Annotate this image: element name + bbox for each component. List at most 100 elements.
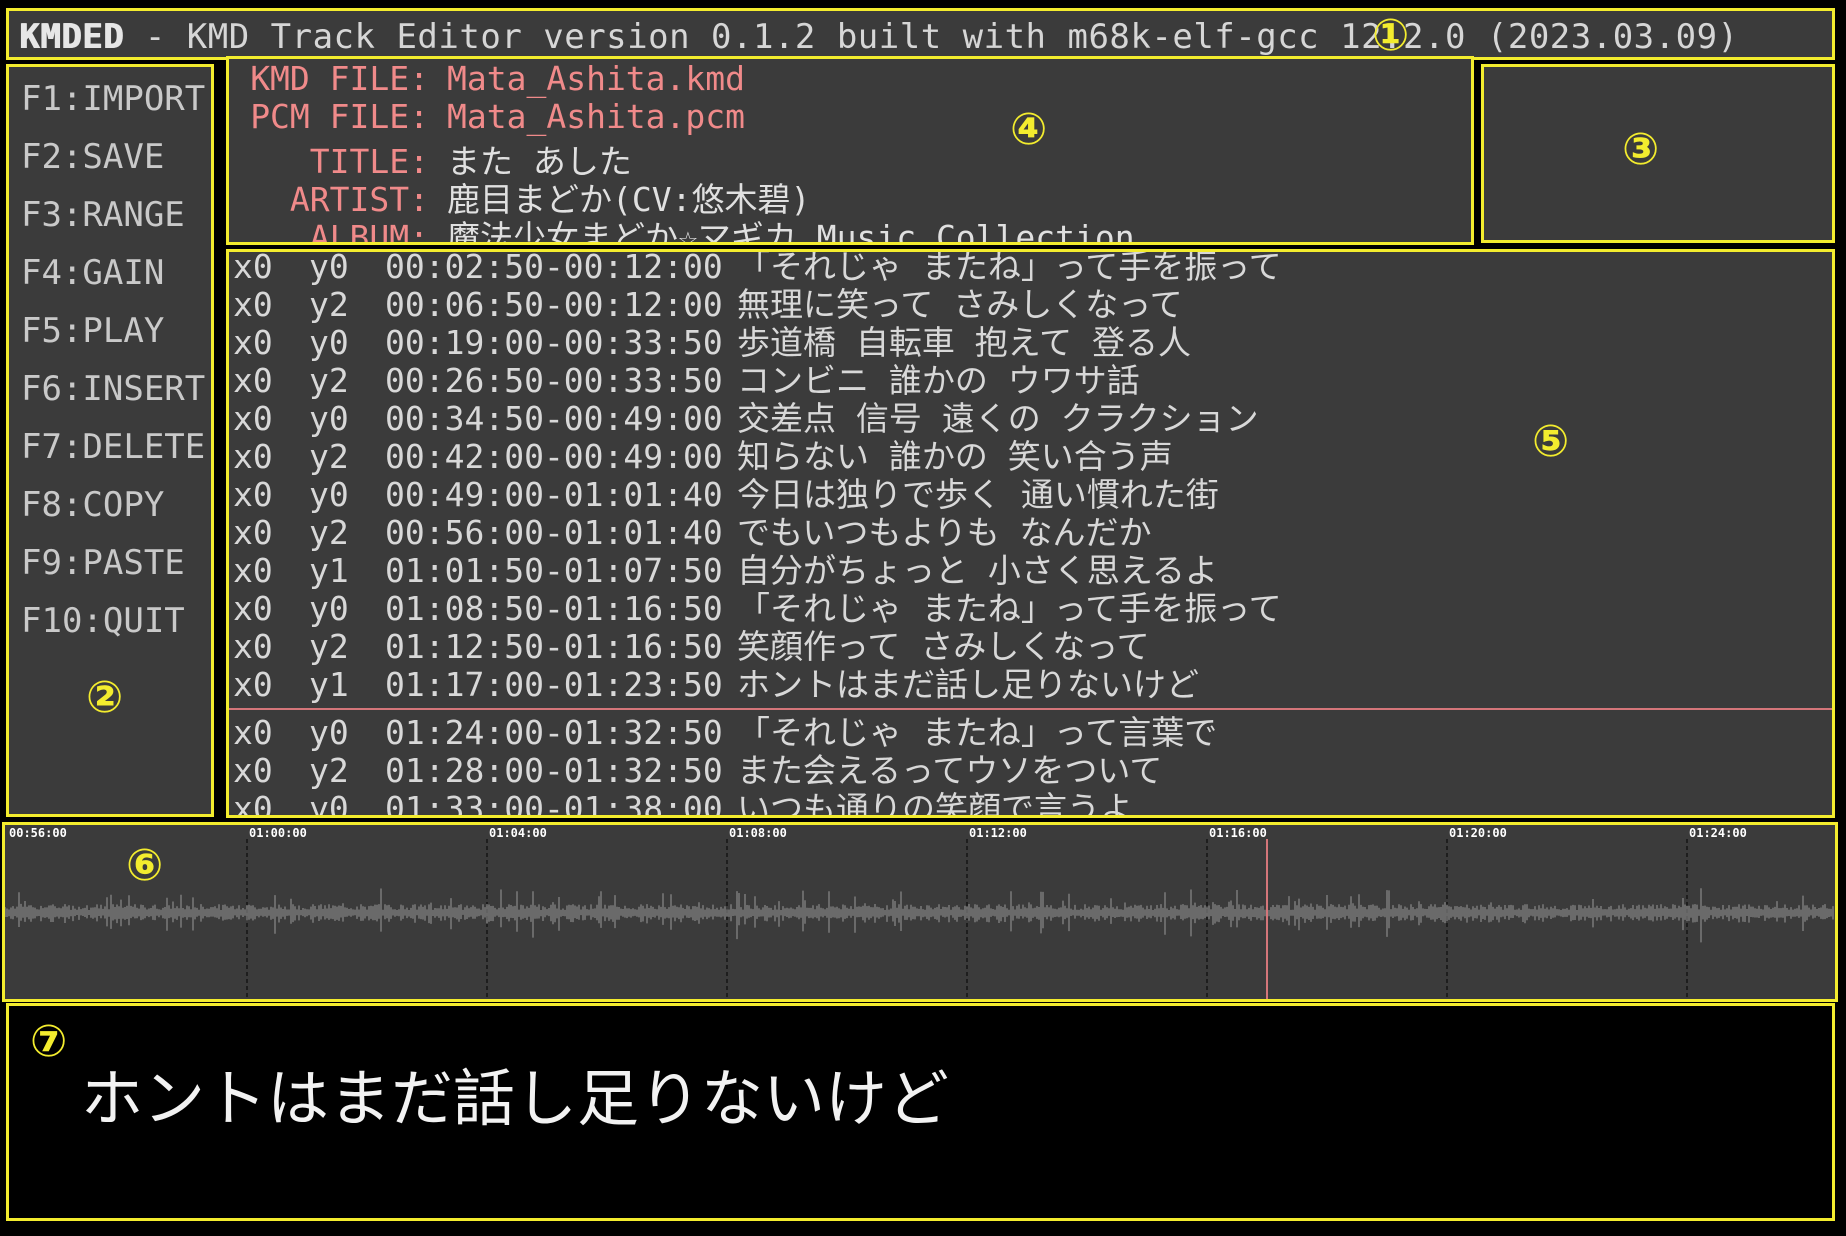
waveform-time-label: 01:16:00 xyxy=(1209,826,1267,840)
track-row[interactable]: x0 y2 01:28:00-01:32:50 また会えるってウソをついて xyxy=(233,752,1162,790)
track-y: y2 xyxy=(309,285,349,324)
title-bar: KMDED - KMD Track Editor version 0.1.2 b… xyxy=(6,8,1835,60)
track-time: 00:42:00-00:49:00 xyxy=(385,437,723,476)
kmd-file-value[interactable]: Mata_Ashita.kmd xyxy=(429,59,745,98)
track-time: 01:08:50-01:16:50 xyxy=(385,589,723,628)
track-y: y2 xyxy=(309,437,349,476)
callout-4: ④ xyxy=(1010,104,1048,155)
fkey-range[interactable]: F3:RANGE xyxy=(21,195,185,235)
track-x: x0 xyxy=(233,789,273,818)
track-y: y0 xyxy=(309,589,349,628)
fkey-delete[interactable]: F7:DELETE xyxy=(21,427,205,467)
track-y: y0 xyxy=(309,249,349,286)
track-x: x0 xyxy=(233,627,273,666)
track-x: x0 xyxy=(233,285,273,324)
album-value[interactable]: 魔法少女まどか☆マギカ Music Collection xyxy=(429,218,1135,242)
track-y: y0 xyxy=(309,475,349,514)
track-row[interactable]: x0 y0 01:24:00-01:32:50 「それじゃ またね」って言葉で xyxy=(233,714,1217,752)
fkey-paste[interactable]: F9:PASTE xyxy=(21,543,185,583)
lyric-display: ホントはまだ話し足りないけど xyxy=(6,1003,1835,1221)
track-time: 01:01:50-01:07:50 xyxy=(385,551,723,590)
track-row[interactable]: x0 y0 01:08:50-01:16:50 「それじゃ またね」って手を振って xyxy=(233,590,1282,628)
track-lyric: 今日は独りで歩く 通い慣れた街 xyxy=(737,475,1219,514)
track-lyric: また会えるってウソをついて xyxy=(737,751,1163,790)
track-y: y0 xyxy=(309,789,349,818)
pcm-file-value[interactable]: Mata_Ashita.pcm xyxy=(429,97,745,136)
track-row[interactable]: x0 y0 00:19:00-00:33:50 歩道橋 自転車 抱えて 登る人 xyxy=(233,324,1191,362)
track-y: y0 xyxy=(309,713,349,752)
callout-3: ③ xyxy=(1622,124,1660,175)
track-x: x0 xyxy=(233,665,273,704)
track-list[interactable]: x0 y0 00:02:50-00:12:00 「それじゃ またね」って手を振って x… xyxy=(226,249,1835,818)
track-time: 00:19:00-00:33:50 xyxy=(385,323,723,362)
track-time: 00:26:50-00:33:50 xyxy=(385,361,723,400)
fkey-save[interactable]: F2:SAVE xyxy=(21,137,164,177)
track-time: 01:17:00-01:23:50 xyxy=(385,665,723,704)
track-lyric: 「それじゃ またね」って言葉で xyxy=(737,713,1218,752)
callout-6: ⑥ xyxy=(126,840,164,891)
track-x: x0 xyxy=(233,249,273,286)
waveform-svg[interactable]: 00:56:00 01:00:00 01:04:00 01:08:00 01:12:00… xyxy=(5,825,1835,999)
track-row[interactable]: x0 y1 01:01:50-01:07:50 自分がちょっと 小さく思えるよ xyxy=(233,552,1218,590)
track-lyric: ホントはまだ話し足りないけど xyxy=(737,665,1199,704)
waveform-time-label: 00:56:00 xyxy=(9,826,67,840)
waveform-time-label: 01:04:00 xyxy=(489,826,547,840)
track-lyric: 笑顔作って さみしくなって xyxy=(737,627,1150,666)
fkey-gain[interactable]: F4:GAIN xyxy=(21,253,164,293)
track-cursor-line xyxy=(229,708,1832,710)
callout-1: ① xyxy=(1372,10,1410,61)
track-time: 00:02:50-00:12:00 xyxy=(385,249,723,286)
track-y: y2 xyxy=(309,513,349,552)
waveform-time-label: 01:12:00 xyxy=(969,826,1027,840)
track-row[interactable]: x0 y2 00:06:50-00:12:00 無理に笑って さみしくなって xyxy=(233,286,1183,324)
track-row[interactable]: x0 y2 00:42:00-00:49:00 知らない 誰かの 笑い合う声 xyxy=(233,438,1173,476)
track-y: y0 xyxy=(309,323,349,362)
track-row[interactable]: x0 y2 01:12:50-01:16:50 笑顔作って さみしくなって xyxy=(233,628,1150,666)
track-time: 00:49:00-01:01:40 xyxy=(385,475,723,514)
track-row[interactable]: x0 y0 00:49:00-01:01:40 今日は独りで歩く 通い慣れた街 xyxy=(233,476,1219,514)
album-row: ALBUM: 魔法少女まどか☆マギカ Music Collection xyxy=(229,211,1135,242)
waveform-time-label: 01:00:00 xyxy=(249,826,307,840)
callout-5: ⑤ xyxy=(1532,416,1570,467)
track-y: y2 xyxy=(309,627,349,666)
track-time: 01:12:50-01:16:50 xyxy=(385,627,723,666)
track-row[interactable]: x0 y2 00:56:00-01:01:40 でもいつもよりも なんだか xyxy=(233,514,1152,552)
track-lyric: でもいつもよりも なんだか xyxy=(737,513,1152,552)
track-time: 01:24:00-01:32:50 xyxy=(385,713,723,752)
track-row[interactable]: x0 y0 00:34:50-00:49:00 交差点 信号 遠くの クラクション xyxy=(233,400,1259,438)
waveform-time-label: 01:20:00 xyxy=(1449,826,1507,840)
track-row[interactable]: x0 y2 00:26:50-00:33:50 コンビニ 誰かの ウワサ話 xyxy=(233,362,1140,400)
fkey-play[interactable]: F5:PLAY xyxy=(21,311,164,351)
track-x: x0 xyxy=(233,589,273,628)
fkey-insert[interactable]: F6:INSERT xyxy=(21,369,205,409)
fkey-import[interactable]: F1:IMPORT xyxy=(21,79,205,119)
file-info-panel: KMD FILE: Mata_Ashita.kmd PCM FILE: Mata_A… xyxy=(226,56,1474,245)
track-y: y2 xyxy=(309,361,349,400)
waveform-time-label: 01:24:00 xyxy=(1689,826,1747,840)
track-lyric: 歩道橋 自転車 抱えて 登る人 xyxy=(737,323,1191,362)
track-row[interactable]: x0 y0 00:02:50-00:12:00 「それじゃ またね」って手を振って xyxy=(233,249,1282,286)
track-row[interactable]: x0 y0 01:33:00-01:38:00 いつも通りの笑顔で言うよ xyxy=(233,789,1133,818)
current-lyric: ホントはまだ話し足りないけど xyxy=(81,1062,950,1135)
fkey-quit[interactable]: F10:QUIT xyxy=(21,601,185,641)
app-title-text: - KMD Track Editor version 0.1.2 built w… xyxy=(123,17,1739,57)
track-row-selected[interactable]: x0 y1 01:17:00-01:23:50 ホントはまだ話し足りないけど xyxy=(233,666,1199,704)
app-title: KMDED - KMD Track Editor version 0.1.2 b… xyxy=(19,17,1739,57)
pcm-file-label: PCM FILE: xyxy=(250,97,429,136)
track-x: x0 xyxy=(233,751,273,790)
track-x: x0 xyxy=(233,399,273,438)
pcm-file-row: PCM FILE: Mata_Ashita.pcm xyxy=(229,97,745,136)
track-lyric: 無理に笑って さみしくなって xyxy=(737,285,1183,324)
callout-2: ② xyxy=(86,672,124,723)
kmd-file-label: KMD FILE: xyxy=(250,59,429,98)
track-lyric: 知らない 誰かの 笑い合う声 xyxy=(737,437,1173,476)
track-lyric: 「それじゃ またね」って手を振って xyxy=(737,589,1282,628)
waveform-panel[interactable]: 00:56:00 01:00:00 01:04:00 01:08:00 01:12:00… xyxy=(2,822,1838,1002)
track-lyric: いつも通りの笑顔で言うよ xyxy=(737,789,1133,818)
track-lyric: コンビニ 誰かの ウワサ話 xyxy=(737,361,1140,400)
track-x: x0 xyxy=(233,437,273,476)
track-y: y1 xyxy=(309,551,349,590)
fkey-copy[interactable]: F8:COPY xyxy=(21,485,164,525)
track-x: x0 xyxy=(233,513,273,552)
track-time: 00:56:00-01:01:40 xyxy=(385,513,723,552)
